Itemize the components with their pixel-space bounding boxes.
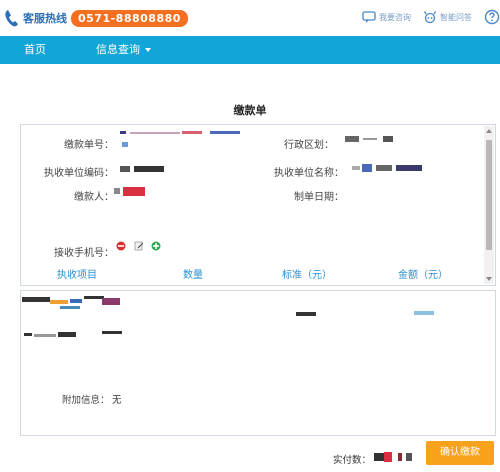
unit-name-label: 执收单位名称： [274,168,344,179]
robot-icon [423,11,437,24]
consult-link[interactable]: 我要咨询 [362,10,411,24]
hotline-number: 0571-88808880 [71,9,188,27]
scrollbar[interactable] [484,126,494,284]
unit-code-value [120,164,170,174]
unit-code-label: 执收单位编码： [44,168,114,179]
column-header-standard[interactable]: 标准（元） [282,266,332,281]
top-links: 我要咨询 智能问答 [362,9,500,25]
qa-link[interactable]: 智能问答 [423,10,472,24]
consult-label: 我要咨询 [379,12,411,22]
edit-icon[interactable] [134,241,144,251]
add-icon[interactable] [151,241,161,251]
confirm-payment-button[interactable]: 确认缴款 [426,441,494,465]
amount-value [414,311,434,315]
paid-amount-label: 实付数： [333,455,372,466]
column-header-item[interactable]: 执收项目 [57,266,97,281]
payer-label: 缴款人： [74,192,114,203]
scroll-down-icon[interactable] [486,277,492,281]
unit-name-value [352,163,422,175]
phone-icon [5,10,18,27]
hotline: 客服热线 0571-88808880 [4,9,188,27]
extra-info-value: 无 [112,395,122,406]
region-label: 行政区划： [284,140,334,151]
paid-amount-value [374,450,416,464]
qa-label: 智能问答 [440,12,472,22]
scroll-thumb[interactable] [486,140,492,250]
region-value [345,134,405,144]
page-title: 缴款单 [233,104,267,117]
hotline-label: 客服热线 [23,12,67,25]
date-label: 制单日期： [294,192,344,203]
top-bar: 客服热线 0571-88808880 我要咨询 智能问答 [0,0,500,36]
help-icon[interactable] [484,9,500,25]
scroll-up-icon[interactable] [486,129,492,133]
nav-home[interactable]: 首页 [24,36,46,64]
extra-info-label: 附加信息： [62,395,110,406]
chevron-down-icon [145,48,151,52]
column-header-amount[interactable]: 金额（元） [398,266,448,281]
phone-label: 接收手机号： [54,248,114,259]
item-name-value [22,296,124,342]
bill-no-value [120,130,245,152]
chat-icon [362,11,376,23]
payer-value [114,186,148,198]
nav-bar: 首页 信息查询 [0,36,500,64]
remove-icon[interactable] [116,241,126,251]
column-header-quantity[interactable]: 数量 [183,266,203,281]
bill-no-label: 缴款单号： [64,140,114,151]
nav-info-query[interactable]: 信息查询 [96,36,151,64]
standard-value [296,312,316,316]
nav-info-query-label: 信息查询 [96,43,140,56]
